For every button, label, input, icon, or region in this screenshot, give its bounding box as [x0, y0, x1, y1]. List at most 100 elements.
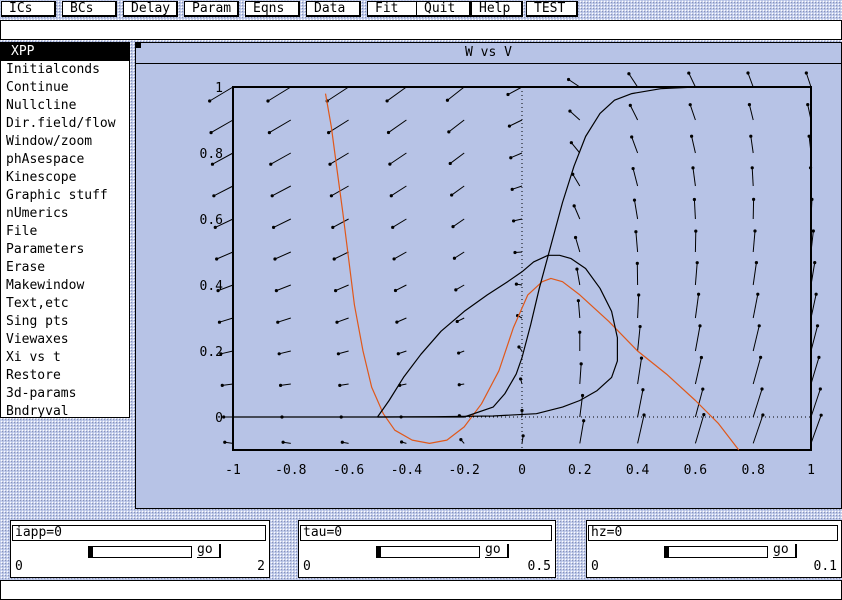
- menu-item-parameters[interactable]: Parameters: [1, 241, 129, 259]
- top-menu-bar: ICs BCs Delay Param Eqns Data Fit Quit H…: [0, 0, 842, 20]
- x-tick-label: -1: [225, 463, 241, 478]
- menu-item-kinescope[interactable]: Kinescope: [1, 169, 129, 187]
- menu-item-text-etc[interactable]: Text,etc: [1, 295, 129, 313]
- direction-field-arrow: [449, 152, 465, 164]
- direction-field-arrowhead: [266, 99, 270, 103]
- menu-item-window-zoom[interactable]: Window/zoom: [1, 133, 129, 151]
- menu-item-3d-params[interactable]: 3d-params: [1, 385, 129, 403]
- slider-tau-thumb[interactable]: [377, 547, 381, 557]
- slider-iapp-go-button[interactable]: go: [197, 543, 221, 558]
- direction-field-arrow: [688, 72, 696, 88]
- ics-button[interactable]: ICs: [1, 1, 56, 17]
- direction-field-arrow: [637, 326, 641, 352]
- param-button[interactable]: Param: [184, 1, 239, 17]
- direction-field-arrowhead: [520, 408, 524, 413]
- menu-item-bndryval[interactable]: Bndryval: [1, 403, 129, 421]
- menu-item-makewindow[interactable]: Makewindow: [1, 277, 129, 295]
- direction-field-arrowhead: [270, 194, 274, 198]
- direction-field-arrowhead: [750, 166, 754, 170]
- direction-field-arrow: [691, 136, 696, 154]
- direction-field-arrowhead: [267, 130, 271, 135]
- direction-field-arrowhead: [699, 355, 703, 360]
- slider-tau-go-button[interactable]: go: [485, 543, 509, 558]
- direction-field-arrow: [579, 363, 582, 385]
- slider-tau-label[interactable]: tau=0: [300, 525, 552, 541]
- direction-field-arrowhead: [457, 383, 461, 387]
- direction-field-arrow: [388, 119, 407, 133]
- phase-plane-plot[interactable]: -1 -0.8 -0.6 -0.4 -0.2 0 0.2 0.4 0.6 0.8 1 0 0.2 0.4 0…: [136, 43, 841, 508]
- direction-field-arrowhead: [445, 98, 450, 102]
- direction-field-arrowhead: [513, 250, 517, 255]
- direction-field-arrowhead: [208, 99, 212, 103]
- fit-button[interactable]: Fit: [367, 1, 422, 17]
- direction-field-arrowhead: [761, 413, 765, 417]
- direction-field-arrowhead: [507, 124, 511, 128]
- direction-field-arrowhead: [698, 324, 702, 328]
- menu-item-phasespace[interactable]: phAsespace: [1, 151, 129, 169]
- eqns-button[interactable]: Eqns: [245, 1, 300, 17]
- graphics-window[interactable]: W vs V -1 -0.8 -0.6 -0.4 -0.2 0 0.2 0.4 0.6 0.8 1 0…: [135, 42, 842, 509]
- slider-hz-track[interactable]: [664, 546, 768, 558]
- data-button[interactable]: Data: [306, 1, 361, 17]
- slider-iapp-label[interactable]: iapp=0: [12, 525, 266, 541]
- menu-item-nullcline[interactable]: Nullcline: [1, 97, 129, 115]
- menu-item-sing-pts[interactable]: Sing pts: [1, 313, 129, 331]
- menu-item-xpp[interactable]: XPP: [1, 43, 129, 61]
- menu-item-restore[interactable]: Restore: [1, 367, 129, 385]
- direction-field-arrow: [269, 119, 292, 134]
- menu-item-graphic-stuff[interactable]: Graphic stuff: [1, 187, 129, 205]
- slider-hz-go-button[interactable]: go: [773, 543, 797, 558]
- menu-item-dir-field-flow[interactable]: Dir.field/flow: [1, 115, 129, 133]
- direction-field-arrow: [572, 174, 581, 187]
- menu-item-file[interactable]: File: [1, 223, 129, 241]
- direction-field-arrowhead: [210, 162, 215, 166]
- menu-item-viewaxes[interactable]: Viewaxes: [1, 331, 129, 349]
- direction-field-arrowhead: [582, 419, 586, 423]
- direction-field-arrowhead: [215, 257, 219, 261]
- direction-field-arrowhead: [454, 288, 458, 292]
- command-line[interactable]: [0, 20, 842, 40]
- bcs-button[interactable]: BCs: [62, 1, 117, 17]
- x-tick-label: -0.4: [391, 463, 422, 478]
- direction-field-arrowhead: [216, 288, 220, 293]
- direction-field-arrowhead: [388, 162, 392, 166]
- direction-field-arrowhead: [509, 156, 513, 160]
- direction-field-arrowhead: [696, 292, 701, 296]
- menu-item-erase[interactable]: Erase: [1, 259, 129, 277]
- menu-item-initialconds[interactable]: Initialconds: [1, 61, 129, 79]
- direction-field-arrowhead: [393, 288, 398, 293]
- direction-field-arrowhead: [692, 197, 696, 202]
- direction-field-arrowhead: [810, 197, 814, 202]
- direction-field-arrow: [451, 185, 465, 196]
- direction-field-arrow: [810, 388, 821, 418]
- direction-field-arrow: [279, 350, 291, 355]
- slider-iapp-thumb[interactable]: [89, 547, 93, 557]
- slider-iapp: iapp=0 go 0 2: [10, 520, 270, 578]
- slider-hz-thumb[interactable]: [665, 547, 669, 557]
- direction-field-arrowhead: [519, 377, 523, 381]
- direction-field-arrowhead: [756, 292, 760, 296]
- quit-button[interactable]: Quit: [416, 1, 471, 17]
- help-button[interactable]: Help: [471, 1, 523, 17]
- direction-field-arrow: [634, 200, 639, 220]
- direction-field-arrowhead: [220, 383, 224, 387]
- status-line: [0, 580, 842, 600]
- direction-field-arrow: [632, 168, 639, 187]
- slider-tau-track[interactable]: [376, 546, 480, 558]
- direction-field-arrowhead: [753, 229, 757, 233]
- direction-field-arrow: [274, 251, 292, 260]
- slider-iapp-min: 0: [15, 559, 23, 574]
- slider-iapp-track[interactable]: [88, 546, 192, 558]
- direction-field-arrow: [510, 152, 523, 159]
- direction-field-arrowhead: [222, 415, 226, 419]
- x-tick-label: -0.8: [275, 463, 306, 478]
- direction-field-arrowhead: [691, 166, 695, 170]
- test-button[interactable]: TEST: [526, 1, 578, 17]
- menu-item-continue[interactable]: Continue: [1, 79, 129, 97]
- delay-button[interactable]: Delay: [123, 1, 178, 17]
- slider-hz-label[interactable]: hz=0: [588, 525, 838, 541]
- slider-tau-max: 0.5: [527, 559, 551, 574]
- menu-item-numerics[interactable]: nUmerics: [1, 205, 129, 223]
- direction-field-arrow: [747, 72, 754, 88]
- menu-item-xi-vs-t[interactable]: Xi vs t: [1, 349, 129, 367]
